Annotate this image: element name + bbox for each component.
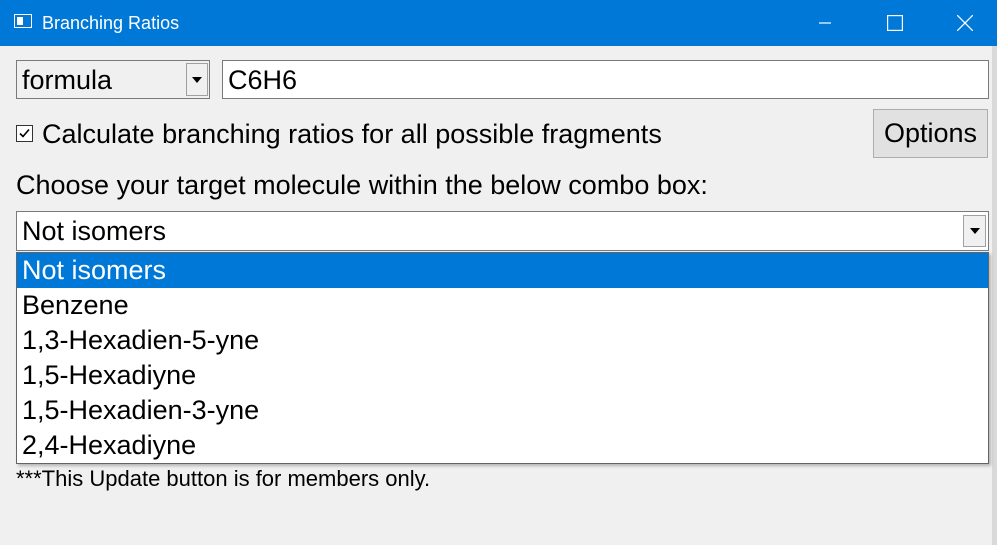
app-window-icon bbox=[14, 14, 32, 28]
window-title: Branching Ratios bbox=[42, 13, 180, 33]
target-molecule-select[interactable]: Not isomers bbox=[16, 211, 989, 251]
options-button[interactable]: Options bbox=[873, 109, 988, 158]
chevron-down-icon bbox=[969, 228, 980, 234]
formula-input-value: C6H6 bbox=[228, 65, 298, 95]
minimize-icon bbox=[819, 22, 831, 24]
search-type-dropdown-button[interactable] bbox=[186, 63, 208, 96]
target-instruction: Choose your target molecule within the b… bbox=[16, 170, 708, 200]
formula-input[interactable]: C6H6 bbox=[222, 60, 989, 99]
list-item[interactable]: Not isomers bbox=[17, 253, 988, 288]
checkmark-icon bbox=[19, 128, 30, 138]
list-item[interactable]: 2,4-Hexadiyne bbox=[17, 428, 988, 463]
target-molecule-dropdown-button[interactable] bbox=[963, 215, 986, 247]
chevron-down-icon bbox=[192, 76, 202, 83]
list-item[interactable]: 1,3-Hexadien-5-yne bbox=[17, 323, 988, 358]
all-fragments-checkbox[interactable] bbox=[16, 125, 33, 142]
all-fragments-label: Calculate branching ratios for all possi… bbox=[42, 119, 662, 149]
search-type-value: formula bbox=[22, 65, 113, 95]
members-note: ***This Update button is for members onl… bbox=[16, 466, 431, 491]
target-molecule-value: Not isomers bbox=[22, 216, 167, 246]
list-item[interactable]: 1,5-Hexadien-3-yne bbox=[17, 393, 988, 428]
maximize-button[interactable] bbox=[860, 0, 930, 46]
minimize-button[interactable] bbox=[790, 0, 860, 46]
list-item[interactable]: Benzene bbox=[17, 288, 988, 323]
maximize-icon bbox=[887, 15, 903, 31]
close-button[interactable] bbox=[930, 0, 997, 46]
target-molecule-list[interactable]: Not isomers Benzene 1,3-Hexadien-5-yne 1… bbox=[16, 252, 989, 464]
title-bar[interactable]: Branching Ratios bbox=[0, 0, 997, 46]
window-right-edge bbox=[992, 46, 997, 545]
search-type-select[interactable]: formula bbox=[16, 60, 210, 99]
close-icon bbox=[957, 15, 973, 31]
list-item[interactable]: 1,5-Hexadiyne bbox=[17, 358, 988, 393]
